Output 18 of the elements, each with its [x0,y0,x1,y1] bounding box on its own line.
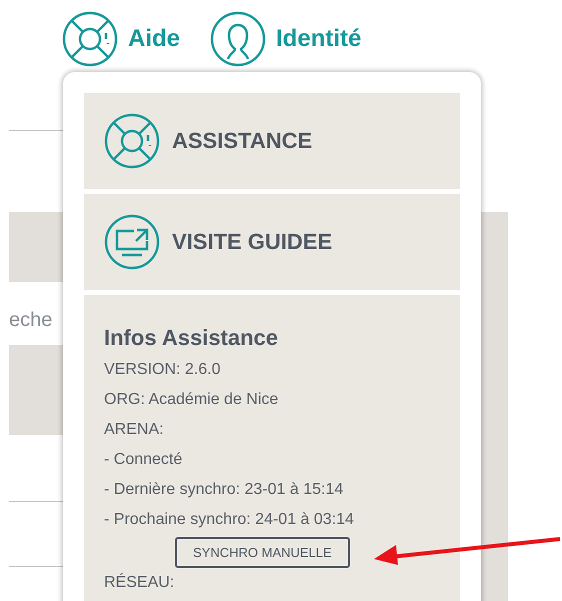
info-line: - Dernière synchro: 23-01 à 15:14 [104,480,344,500]
info-line: - Connecté [104,450,184,470]
info-line: RÉSEAU: [104,572,176,593]
monitor-icon [104,214,160,270]
sync-button[interactable]: SYNCHRO MANUELLE [175,537,350,568]
info-line: VERSION: 2.6.0 [104,360,222,380]
info-line: ORG: Académie de Nice [104,390,280,410]
nav-link[interactable]: Identité [210,11,362,67]
menu-item[interactable]: ASSISTANCE [84,93,460,189]
user-icon [210,11,266,67]
lifebuoy-icon [104,113,160,169]
info-line: - Prochaine synchro: 24-01 à 03:14 [104,510,355,530]
info-title: Infos Assistance [104,325,280,351]
info-line: ARENA: [104,420,165,440]
menu-item[interactable]: VISITE GUIDEE [84,194,460,290]
search-field[interactable]: eche [9,309,63,333]
lifebuoy-icon [62,11,118,67]
nav-link[interactable]: Aide [62,11,180,67]
